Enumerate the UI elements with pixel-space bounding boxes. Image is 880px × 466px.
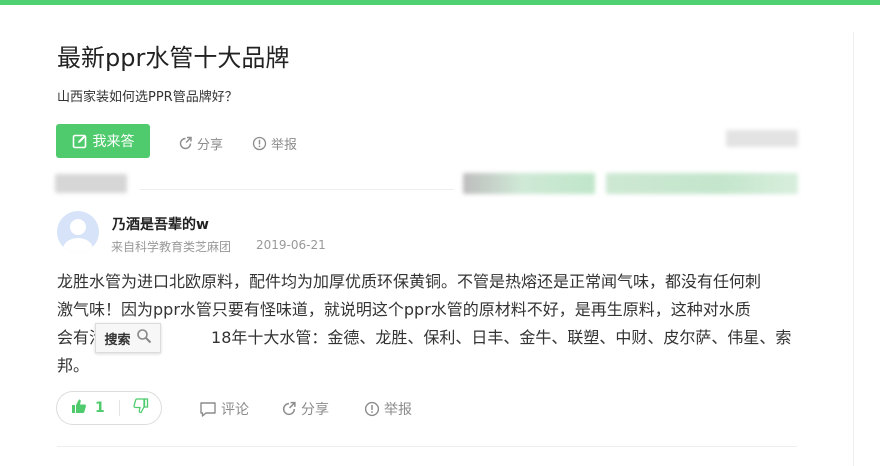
bottom-divider [57,446,797,447]
answer-button[interactable]: 我来答 [56,124,150,158]
report-icon [364,401,380,417]
answer-line-part: 18年十大水管：金德、龙胜、保利、日丰、金牛、联塑、中财、皮尔萨、伟星、索 [211,328,792,347]
comment-icon [199,401,217,418]
answer-share-button[interactable]: 分享 [281,399,329,419]
answer-line: 会有污 18年十大水管：金德、龙胜、保利、日丰、金牛、联塑、中财、皮尔萨、伟星、索 [57,324,801,352]
share-icon [178,136,193,151]
question-report-label: 举报 [271,138,298,153]
question-title: 最新ppr水管十大品牌 [57,44,290,72]
blurred-placeholder [55,174,127,193]
upvote-count: 1 [95,400,105,416]
answer-date: 2019-06-21 [256,238,326,252]
answer-source[interactable]: 来自科学教育类芝麻团 [111,238,231,255]
vote-divider [118,400,120,416]
answer-line: 邦。 [57,356,90,375]
upvote-button[interactable]: 1 [57,398,123,418]
pencil-icon [72,133,88,149]
search-popup-button[interactable]: 搜索 [95,323,161,353]
section-divider [140,189,454,190]
answer-report-button[interactable]: 举报 [364,399,412,419]
downvote-button[interactable] [123,398,149,418]
answer-line: 龙胜水管为进口北欧原料，配件均为加厚优质环保黄铜。不管是热熔还是正常闻气味，都没… [57,272,762,291]
answer-line: 激气味！因为ppr水管只要有怪味道，就说明这个ppr水管的原材料不好，是再生原料… [57,300,751,319]
comment-button[interactable]: 评论 [199,399,249,419]
answer-share-label: 分享 [301,402,329,418]
search-icon [136,328,152,348]
answer-button-label: 我来答 [92,134,135,150]
blurred-placeholder [463,173,595,194]
answer-report-label: 举报 [384,402,412,418]
question-description: 山西家装如何选PPR管品牌好？ [57,90,238,105]
answer-username[interactable]: 乃酒是吾辈的w [112,214,209,234]
question-report-button[interactable]: 举报 [252,134,297,153]
share-icon [281,401,297,417]
search-popup-label: 搜索 [104,332,131,348]
blurred-placeholder [726,130,798,147]
avatar[interactable] [57,211,99,253]
comment-label: 评论 [221,402,249,418]
question-share-label: 分享 [197,138,224,153]
top-accent-bar [0,0,880,5]
vote-group: 1 [56,391,162,425]
right-border [853,32,854,466]
blurred-placeholder [606,173,798,194]
question-share-button[interactable]: 分享 [178,134,223,153]
answer-content: 龙胜水管为进口北欧原料，配件均为加厚优质环保黄铜。不管是热熔还是正常闻气味，都没… [57,268,801,380]
thumbs-down-icon [133,398,149,418]
report-icon [252,136,267,151]
thumbs-up-icon [71,398,87,418]
